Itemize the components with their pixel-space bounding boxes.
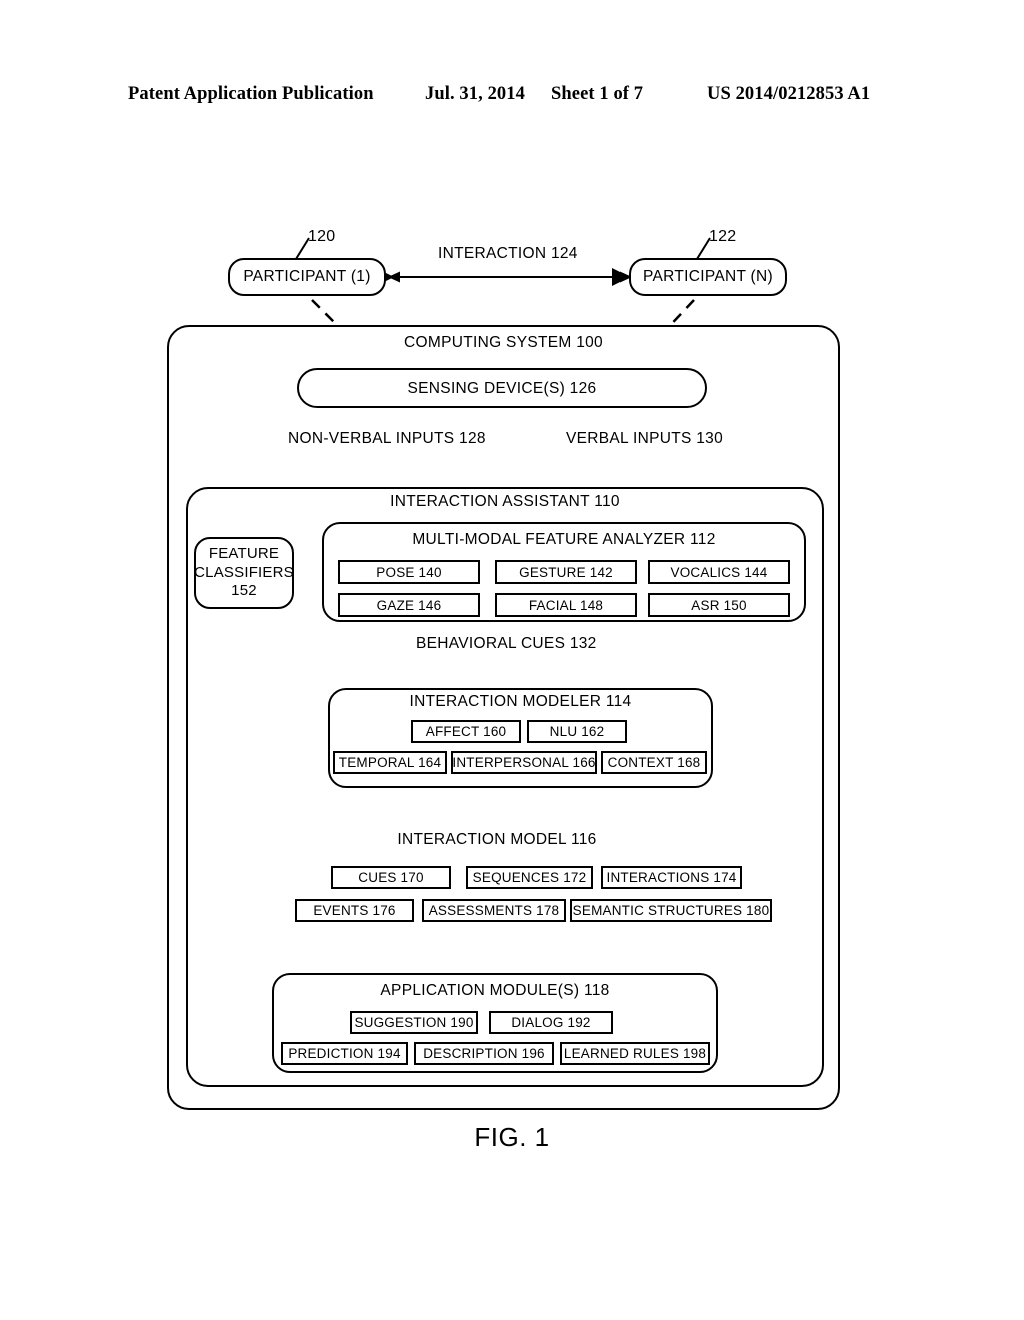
model-cell-cues[interactable]: CUES 170 bbox=[331, 866, 451, 889]
modeler-cell-nlu-label: NLU 162 bbox=[549, 724, 605, 739]
model-cell-cues-label: CUES 170 bbox=[358, 870, 424, 885]
appmodule-cell-description-label: DESCRIPTION 196 bbox=[423, 1046, 545, 1061]
analyzer-cell-asr[interactable]: ASR 150 bbox=[648, 593, 790, 617]
analyzer-cell-gaze[interactable]: GAZE 146 bbox=[338, 593, 480, 617]
feature-analyzer-title: MULTI-MODAL FEATURE ANALYZER 112 bbox=[412, 531, 716, 548]
analyzer-cell-facial[interactable]: FACIAL 148 bbox=[495, 593, 637, 617]
modeler-cell-affect[interactable]: AFFECT 160 bbox=[411, 720, 521, 743]
feature-classifiers-line2: CLASSIFIERS bbox=[194, 563, 294, 581]
modeler-cell-context[interactable]: CONTEXT 168 bbox=[601, 751, 707, 774]
model-cell-assessments[interactable]: ASSESSMENTS 178 bbox=[422, 899, 566, 922]
ref-numeral-120: 120 bbox=[308, 228, 336, 245]
nonverbal-inputs-label: NON-VERBAL INPUTS 128 bbox=[288, 430, 486, 447]
participant-1-label: PARTICIPANT (1) bbox=[243, 268, 371, 285]
model-cell-interactions[interactable]: INTERACTIONS 174 bbox=[601, 866, 742, 889]
analyzer-cell-gaze-label: GAZE 146 bbox=[376, 597, 442, 613]
appmodule-cell-learned-rules[interactable]: LEARNED RULES 198 bbox=[560, 1042, 710, 1065]
analyzer-cell-gesture[interactable]: GESTURE 142 bbox=[495, 560, 637, 584]
analyzer-cell-pose-label: POSE 140 bbox=[376, 564, 442, 580]
sensing-devices-label: SENSING DEVICE(S) 126 bbox=[407, 380, 597, 397]
model-cell-interactions-label: INTERACTIONS 174 bbox=[606, 870, 737, 885]
behavioral-cues-label: BEHAVIORAL CUES 132 bbox=[416, 635, 597, 652]
model-cell-events-label: EVENTS 176 bbox=[313, 903, 396, 918]
appmodule-cell-learned-rules-label: LEARNED RULES 198 bbox=[563, 1046, 707, 1061]
appmodule-cell-suggestion[interactable]: SUGGESTION 190 bbox=[350, 1011, 478, 1034]
appmodule-cell-prediction-label: PREDICTION 194 bbox=[288, 1046, 401, 1061]
feature-classifiers-line3: 152 bbox=[231, 582, 257, 600]
analyzer-cell-asr-label: ASR 150 bbox=[691, 597, 747, 613]
appmodule-cell-prediction[interactable]: PREDICTION 194 bbox=[281, 1042, 408, 1065]
analyzer-cell-vocalics-label: VOCALICS 144 bbox=[670, 564, 768, 580]
application-modules-title: APPLICATION MODULE(S) 118 bbox=[380, 982, 610, 999]
analyzer-cell-pose[interactable]: POSE 140 bbox=[338, 560, 480, 584]
appmodule-cell-dialog[interactable]: DIALOG 192 bbox=[489, 1011, 613, 1034]
modeler-cell-temporal[interactable]: TEMPORAL 164 bbox=[333, 751, 447, 774]
feature-classifiers-node[interactable]: FEATURE CLASSIFIERS 152 bbox=[194, 537, 294, 609]
modeler-cell-affect-label: AFFECT 160 bbox=[425, 724, 507, 739]
model-cell-sequences[interactable]: SEQUENCES 172 bbox=[466, 866, 593, 889]
computing-system-title: COMPUTING SYSTEM 100 bbox=[404, 334, 603, 351]
participant-n-label: PARTICIPANT (N) bbox=[643, 268, 773, 285]
ref-numeral-122: 122 bbox=[709, 228, 737, 245]
analyzer-cell-facial-label: FACIAL 148 bbox=[528, 597, 604, 613]
model-cell-semantic-structures[interactable]: SEMANTIC STRUCTURES 180 bbox=[570, 899, 772, 922]
interaction-assistant-title: INTERACTION ASSISTANT 110 bbox=[390, 493, 620, 510]
model-cell-events[interactable]: EVENTS 176 bbox=[295, 899, 414, 922]
model-cell-semantic-structures-label: SEMANTIC STRUCTURES 180 bbox=[572, 903, 770, 918]
interaction-modeler-title: INTERACTION MODELER 114 bbox=[409, 693, 632, 710]
modeler-cell-interpersonal[interactable]: INTERPERSONAL 166 bbox=[451, 751, 597, 774]
analyzer-cell-gesture-label: GESTURE 142 bbox=[519, 564, 613, 580]
modeler-cell-interpersonal-label: INTERPERSONAL 166 bbox=[452, 755, 596, 770]
modeler-cell-temporal-label: TEMPORAL 164 bbox=[338, 755, 442, 770]
feature-classifiers-line1: FEATURE bbox=[208, 544, 280, 562]
model-cell-sequences-label: SEQUENCES 172 bbox=[472, 870, 587, 885]
figure-caption: FIG. 1 bbox=[474, 1122, 550, 1152]
model-cell-assessments-label: ASSESSMENTS 178 bbox=[428, 903, 560, 918]
modeler-cell-context-label: CONTEXT 168 bbox=[607, 755, 701, 770]
appmodule-cell-description[interactable]: DESCRIPTION 196 bbox=[414, 1042, 554, 1065]
appmodule-cell-suggestion-label: SUGGESTION 190 bbox=[354, 1015, 474, 1030]
interaction-edge-label: INTERACTION 124 bbox=[438, 245, 578, 262]
participant-1-node[interactable]: PARTICIPANT (1) bbox=[228, 258, 386, 296]
interaction-model-title: INTERACTION MODEL 116 bbox=[397, 831, 597, 848]
participant-n-node[interactable]: PARTICIPANT (N) bbox=[629, 258, 787, 296]
analyzer-cell-vocalics[interactable]: VOCALICS 144 bbox=[648, 560, 790, 584]
interaction-arrow-left-head bbox=[388, 271, 400, 283]
verbal-inputs-label: VERBAL INPUTS 130 bbox=[566, 430, 724, 447]
modeler-cell-nlu[interactable]: NLU 162 bbox=[527, 720, 627, 743]
appmodule-cell-dialog-label: DIALOG 192 bbox=[511, 1015, 591, 1030]
